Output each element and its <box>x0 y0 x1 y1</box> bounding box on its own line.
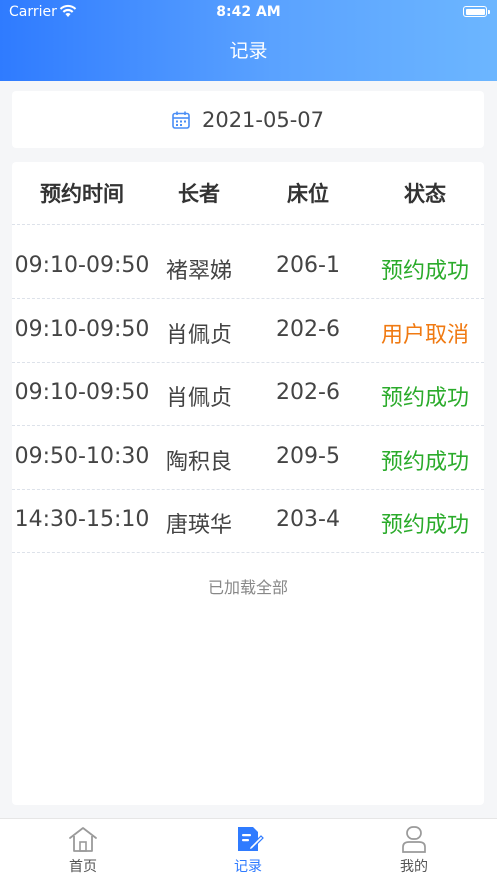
row-status: 用户取消 <box>380 323 469 348</box>
row-elder: 肖佩贞 <box>165 323 232 348</box>
column-header-elder: 长者 <box>178 182 220 206</box>
row-elder: 陶积良 <box>165 450 232 475</box>
row-status: 预约成功 <box>380 450 469 475</box>
load-complete-text: 已加载全部 <box>207 578 288 597</box>
row-time: 09:10-09:50 <box>14 253 150 278</box>
row-bed: 202-6 <box>276 317 340 342</box>
tab-bar: 首页 记录 我的 <box>0 818 497 884</box>
row-bed: 209-5 <box>276 444 340 469</box>
home-icon <box>69 827 97 852</box>
record-edit-icon <box>238 827 264 851</box>
row-time: 09:10-09:50 <box>14 317 150 342</box>
user-icon <box>402 826 426 853</box>
nav-header: Carrier 8:42 AM 记录 <box>0 0 497 81</box>
row-status: 预约成功 <box>380 513 469 538</box>
calendar-icon <box>172 111 190 129</box>
table-row[interactable]: 09:50-10:30 陶积良 209-5 预约成功 <box>12 426 484 490</box>
status-bar: Carrier 8:42 AM <box>0 0 497 26</box>
row-bed: 203-4 <box>276 507 340 532</box>
tab-mine-label: 我的 <box>400 859 428 875</box>
tab-home-label: 首页 <box>69 859 97 875</box>
tab-records-label: 记录 <box>234 859 262 875</box>
date-picker[interactable]: 2021-05-07 <box>12 91 484 148</box>
row-elder: 唐瑛华 <box>165 513 232 538</box>
row-elder: 褚翠娣 <box>165 259 232 284</box>
row-bed: 206-1 <box>276 253 340 278</box>
records-table: 预约时间 长者 床位 状态 09:10-09:50 褚翠娣 206-1 预约成功… <box>12 162 484 805</box>
table-row[interactable]: 14:30-15:10 唐瑛华 203-4 预约成功 <box>12 489 484 553</box>
table-row[interactable]: 09:10-09:50 褚翠娣 206-1 预约成功 <box>12 235 484 299</box>
selected-date: 2021-05-07 <box>201 107 325 132</box>
column-header-status: 状态 <box>404 182 446 206</box>
column-header-bed: 床位 <box>287 182 329 206</box>
tab-mine[interactable]: 我的 <box>354 819 474 884</box>
table-row[interactable]: 09:10-09:50 肖佩贞 202-6 用户取消 <box>12 299 484 363</box>
table-row[interactable]: 09:10-09:50 肖佩贞 202-6 预约成功 <box>12 362 484 426</box>
row-elder: 肖佩贞 <box>165 386 232 411</box>
battery-icon <box>463 6 490 17</box>
row-status: 预约成功 <box>380 259 469 284</box>
row-status: 预约成功 <box>380 386 469 411</box>
column-header-time: 预约时间 <box>40 182 124 206</box>
tab-home[interactable]: 首页 <box>23 819 143 884</box>
status-time: 8:42 AM <box>216 4 281 20</box>
page-title: 记录 <box>229 40 268 62</box>
row-time: 14:30-15:10 <box>14 507 150 532</box>
row-bed: 202-6 <box>276 380 340 405</box>
table-header: 预约时间 长者 床位 状态 <box>12 162 484 225</box>
row-time: 09:10-09:50 <box>14 380 150 405</box>
tab-records[interactable]: 记录 <box>188 819 308 884</box>
row-time: 09:50-10:30 <box>14 444 150 469</box>
